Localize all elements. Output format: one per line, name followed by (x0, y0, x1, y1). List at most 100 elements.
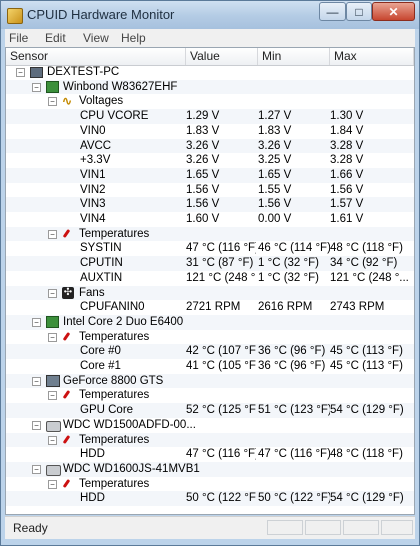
collapse-toggle[interactable]: − (32, 464, 41, 474)
collapse-toggle[interactable]: − (48, 332, 57, 342)
collapse-toggle[interactable]: − (32, 420, 41, 430)
hard-drive-icon (46, 464, 61, 476)
close-button[interactable]: ✕ (372, 2, 415, 21)
sensor-row[interactable]: CPUFANIN0 2721 RPM 2616 RPM 2743 RPM (6, 300, 414, 315)
cpu-icon (46, 315, 59, 328)
sensor-max (330, 462, 410, 477)
sensor-label: Temperatures (79, 389, 150, 402)
sensor-row[interactable]: AVCC 3.26 V 3.26 V 3.28 V (6, 138, 414, 154)
device-row[interactable]: − GeForce 8800 GTS (6, 373, 414, 389)
collapse-toggle[interactable]: − (48, 97, 57, 107)
sensor-min: 1 °C (32 °F) (258, 271, 319, 284)
menu-edit[interactable]: Edit (45, 31, 66, 45)
sensor-value: 31 °C (87 °F) (186, 257, 254, 270)
window-title: CPUID Hardware Monitor (27, 7, 175, 22)
sensor-label: Fans (79, 286, 105, 299)
title-bar[interactable]: CPUID Hardware Monitor — □ ✕ (1, 1, 419, 29)
sensor-min (258, 65, 330, 80)
sensor-min (258, 418, 330, 433)
menu-help[interactable]: Help (121, 31, 146, 45)
resize-grip[interactable] (381, 520, 413, 535)
sensor-max (330, 388, 410, 403)
column-value[interactable]: Value (186, 48, 258, 65)
device-row[interactable]: − Intel Core 2 Duo E6400 (6, 314, 414, 330)
sensor-label: Intel Core 2 Duo E6400 (63, 315, 184, 328)
sensor-label: Temperatures (79, 477, 150, 490)
sensor-row[interactable]: Core #1 41 °C (105 °F) 36 °C (96 °F) 45 °C … (6, 359, 414, 374)
sensor-max (330, 418, 410, 433)
sensor-group-row[interactable]: − Temperatures (6, 432, 414, 448)
sensor-max: 48 °C (118 °F) (330, 242, 403, 255)
sensor-max: 54 °C (129 °F) (330, 492, 404, 505)
sensor-max: 34 °C (92 °F) (330, 257, 398, 270)
sensor-group-row[interactable]: − ∿ Voltages (6, 94, 414, 109)
sensor-group-row[interactable]: − Temperatures (6, 388, 414, 403)
collapse-toggle[interactable]: − (48, 435, 57, 445)
sensor-label: GeForce 8800 GTS (63, 374, 164, 387)
column-min[interactable]: Min (258, 48, 330, 65)
sensor-row[interactable]: SYSTIN 47 °C (116 °F) 46 °C (114 °F) 48 °C … (6, 241, 414, 256)
sensor-max: 1.56 V (330, 183, 364, 196)
menu-file[interactable]: File (9, 31, 28, 45)
sensor-min (258, 433, 330, 448)
collapse-toggle[interactable]: − (48, 391, 57, 401)
sensor-row[interactable]: HDD 47 °C (116 °F) 47 °C (116 °F) 48 °C (11… (6, 447, 414, 462)
sensor-row[interactable]: VIN4 1.60 V 0.00 V 1.61 V (6, 212, 414, 227)
sensor-min: 1.56 V (258, 198, 292, 211)
sensor-row[interactable]: AUXTIN121 °C (248 °...1 °C (32 °F)121 °C… (6, 271, 414, 286)
sensor-max (330, 330, 410, 345)
sensor-row[interactable]: VIN2 1.56 V 1.55 V 1.56 V (6, 183, 414, 198)
collapse-toggle[interactable]: − (32, 82, 41, 92)
thermometer-icon (62, 434, 74, 446)
sensor-row[interactable]: Core #0 42 °C (107 °F) 36 °C (96 °F) 45 °C … (6, 344, 414, 359)
sensor-label: VIN3 (80, 198, 106, 211)
sensor-max (330, 374, 410, 389)
thermometer-icon (62, 331, 74, 343)
maximize-button[interactable]: □ (346, 2, 372, 21)
sensor-group-row[interactable]: − ✣ Fans (6, 285, 414, 301)
column-max[interactable]: Max (330, 48, 414, 65)
device-row[interactable]: − Winbond W83627EHF (6, 79, 414, 95)
sensor-max (330, 315, 410, 330)
collapse-toggle[interactable]: − (16, 68, 25, 77)
menu-view[interactable]: View (83, 31, 109, 45)
sensor-value: 1.56 V (186, 198, 220, 211)
sensor-label: HDD (80, 448, 105, 461)
collapse-toggle[interactable]: − (48, 288, 57, 298)
device-row[interactable]: − WDC WD1500ADFD-00... (6, 418, 414, 433)
sensor-row[interactable]: VIN0 1.83 V 1.83 V 1.84 V (6, 124, 414, 139)
collapse-toggle[interactable]: − (32, 317, 41, 327)
sensor-min (258, 388, 330, 403)
sensor-min (258, 374, 330, 389)
sensor-label: VIN0 (80, 124, 106, 137)
sensor-row[interactable]: GPU Core 52 °C (125 °F) 51 °C (123 °F) 54 °… (6, 403, 414, 418)
column-sensor[interactable]: Sensor (6, 48, 186, 65)
device-row[interactable]: − DEXTEST-PC (6, 65, 414, 80)
sensor-row[interactable]: VIN3 1.56 V 1.56 V 1.57 V (6, 197, 414, 212)
sensor-group-row[interactable]: − Temperatures (6, 477, 414, 492)
app-icon (7, 8, 23, 24)
sensor-row[interactable]: HDD 50 °C (122 °F) 50 °C (122 °F) 54 °C (12… (6, 491, 414, 506)
sensor-row[interactable]: CPU VCORE 1.29 V 1.27 V 1.30 V (6, 109, 414, 124)
sensor-label: Temperatures (79, 227, 150, 240)
sensor-max (330, 433, 410, 448)
device-row[interactable]: − WDC WD1600JS-41MVB1 (6, 461, 414, 477)
sensor-tree-view[interactable]: Sensor Value Min Max − DEXTEST-PC − Winbond… (5, 47, 415, 515)
sensor-max: 45 °C (113 °F) (330, 345, 403, 358)
minimize-button[interactable]: — (319, 2, 346, 21)
sensor-row[interactable]: CPUTIN 31 °C (87 °F) 1 °C (32 °F) 34 °C (92… (6, 256, 414, 271)
collapse-toggle[interactable]: − (48, 229, 57, 239)
sensor-label: Core #0 (80, 345, 121, 358)
sensor-row[interactable]: +3.3V 3.26 V 3.25 V 3.28 V (6, 153, 414, 168)
collapse-toggle[interactable]: − (32, 376, 41, 386)
sensor-row[interactable]: VIN1 1.65 V 1.65 V 1.66 V (6, 167, 414, 183)
status-text: Ready (13, 521, 48, 535)
sensor-label: Voltages (79, 95, 124, 108)
sensor-max: 1.30 V (330, 110, 364, 123)
sensor-group-row[interactable]: − Temperatures (6, 330, 414, 345)
collapse-toggle[interactable]: − (48, 479, 57, 489)
sensor-value: 50 °C (122 °F) (186, 492, 256, 505)
sensor-group-row[interactable]: − Temperatures (6, 226, 414, 242)
sensor-label: Winbond W83627EHF (63, 80, 178, 93)
sensor-max: 48 °C (118 °F) (330, 448, 403, 461)
